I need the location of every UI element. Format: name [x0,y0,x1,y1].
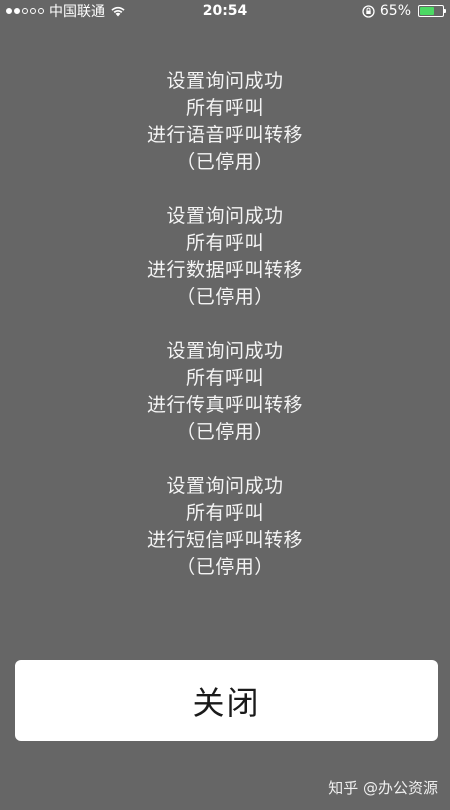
message-scope: 所有呼叫 [185,97,264,119]
clock: 20:54 [202,3,248,19]
screen: 中国联通 20:54 65% 设置询问成功 所有呼叫 进行语音呼叫转移 （已停用… [0,0,450,810]
message-scope: 所有呼叫 [185,502,264,524]
status-left: 中国联通 [6,1,126,21]
message-status: （已停用） [176,421,274,443]
wifi-icon [111,6,125,17]
message-block: 设置询问成功 所有呼叫 进行传真呼叫转移 （已停用） [0,338,450,446]
message-status: （已停用） [176,151,274,173]
signal-dot [22,8,28,14]
message-block: 设置询问成功 所有呼叫 进行短信呼叫转移 （已停用） [0,473,450,581]
close-button[interactable]: 关闭 [15,660,438,741]
message-scope: 所有呼叫 [185,367,264,389]
message-block: 设置询问成功 所有呼叫 进行数据呼叫转移 （已停用） [0,203,450,311]
message-list: 设置询问成功 所有呼叫 进行语音呼叫转移 （已停用） 设置询问成功 所有呼叫 进… [0,68,450,608]
message-status: （已停用） [176,286,274,308]
message-title: 设置询问成功 [166,205,284,227]
signal-strength-icon [6,8,44,14]
signal-dot [14,8,20,14]
message-service: 进行数据呼叫转移 [146,259,303,281]
message-block: 设置询问成功 所有呼叫 进行语音呼叫转移 （已停用） [0,68,450,176]
watermark: 知乎 @办公资源 [328,779,438,797]
message-status: （已停用） [176,556,274,578]
message-scope: 所有呼叫 [185,232,264,254]
message-service: 进行传真呼叫转移 [146,394,303,416]
carrier-name: 中国联通 [49,4,105,20]
signal-dot [38,8,44,14]
signal-dot [30,8,36,14]
status-right: 65% [362,3,446,19]
battery-icon [418,5,446,17]
battery-percentage: 65% [379,3,411,19]
message-title: 设置询问成功 [166,340,284,362]
message-title: 设置询问成功 [166,475,284,497]
battery-fill [420,7,435,15]
status-bar: 中国联通 20:54 65% [0,0,450,22]
rotation-lock-icon [362,4,375,18]
message-service: 进行语音呼叫转移 [146,124,303,146]
signal-dot [6,8,12,14]
message-service: 进行短信呼叫转移 [146,529,303,551]
message-title: 设置询问成功 [166,70,284,92]
